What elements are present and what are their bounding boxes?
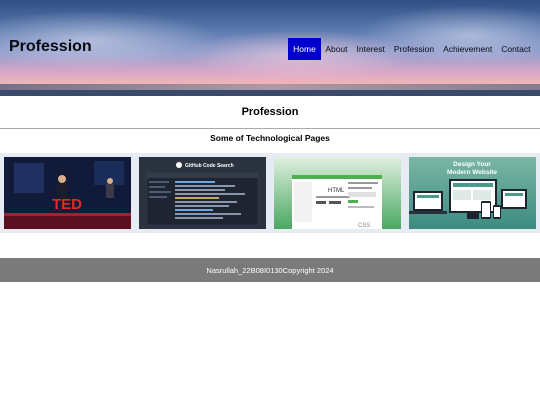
html-css-image[interactable]: HTML CSS xyxy=(274,157,401,229)
site-footer: Nasrullah_22B08I0130Copyright 2024 xyxy=(0,258,540,282)
section-subtitle: Some of Technological Pages xyxy=(210,133,330,143)
nav-home[interactable]: Home xyxy=(288,38,321,60)
ted-talk-image[interactable]: TED xyxy=(4,157,131,229)
page-title: Profession xyxy=(241,106,299,118)
github-title-text: GitHub Code Search xyxy=(185,163,234,169)
nav-profession[interactable]: Profession xyxy=(389,38,438,60)
design-headline-2: Modern Website xyxy=(447,169,497,176)
site-brand: Profession xyxy=(9,38,92,55)
css-label: CSS xyxy=(358,223,370,229)
top-nav: Home About Interest Profession Achieveme… xyxy=(288,38,535,60)
ted-logo-text: TED xyxy=(52,196,82,213)
image-gallery: TED GitHub Code Search HTML CSS Design Y… xyxy=(0,153,540,233)
nav-interest[interactable]: Interest xyxy=(352,38,389,60)
design-website-image[interactable]: Design Your Modern Website xyxy=(409,157,536,229)
nav-achievement[interactable]: Achievement xyxy=(439,38,497,60)
design-headline-1: Design Your xyxy=(453,161,491,168)
github-code-search-image[interactable]: GitHub Code Search xyxy=(139,157,266,229)
nav-contact[interactable]: Contact xyxy=(497,38,535,60)
hero-banner: Profession Home About Interest Professio… xyxy=(0,0,540,96)
html-label: HTML xyxy=(328,188,345,194)
nav-about[interactable]: About xyxy=(321,38,352,60)
footer-text: Nasrullah_22B08I0130Copyright 2024 xyxy=(206,265,334,275)
page-title-bar: Profession xyxy=(0,96,540,129)
